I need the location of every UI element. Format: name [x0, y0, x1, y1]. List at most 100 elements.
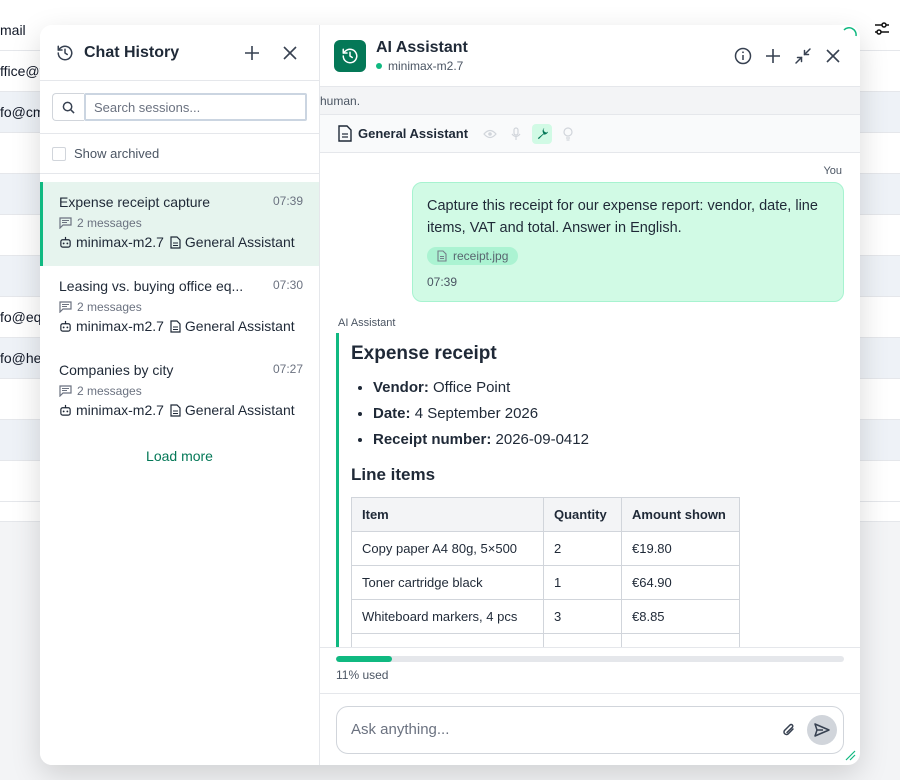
close-history-button[interactable]	[277, 40, 303, 66]
response-facts: Vendor: Office Point Date: 4 September 2…	[351, 375, 816, 453]
show-archived-checkbox[interactable]	[52, 146, 66, 161]
paperclip-icon	[783, 723, 794, 735]
session-title: Companies by city	[59, 362, 174, 378]
session-title: Expense receipt capture	[59, 194, 210, 210]
plus-icon	[766, 48, 780, 63]
table-cell: Toner cartridge black	[351, 565, 544, 600]
table-cell: 3	[543, 599, 622, 634]
table-cell	[543, 633, 622, 647]
table-header-row: Item Quantity Amount shown	[351, 497, 740, 532]
filter-icon[interactable]	[874, 22, 890, 41]
session-item[interactable]: Leasing vs. buying office eq... 07:30 2 …	[40, 266, 319, 350]
search-sessions-input[interactable]	[84, 93, 307, 121]
user-label: You	[823, 165, 842, 177]
table-cell: €8.85	[621, 599, 740, 634]
model-indicator: minimax-m2.7	[376, 59, 726, 73]
table-row	[351, 633, 740, 647]
session-time: 07:39	[272, 194, 303, 208]
session-model: minimax-m2.7	[76, 318, 164, 334]
table-cell: Whiteboard markers, 4 pcs	[351, 599, 544, 634]
document-icon	[338, 125, 352, 142]
attachment-chip[interactable]: receipt.jpg	[427, 247, 519, 265]
new-session-button[interactable]	[239, 40, 265, 66]
table-cell: Copy paper A4 80g, 5×500	[351, 531, 544, 566]
chat-area: AI Assistant minimax-m2.7 human. General…	[320, 25, 860, 765]
notice-banner: human.	[320, 87, 860, 115]
robot-icon	[60, 236, 71, 248]
session-tags: minimax-m2.7 General Assistant	[59, 234, 303, 250]
composer	[320, 693, 860, 765]
model-name: minimax-m2.7	[388, 58, 464, 73]
session-assistant: General Assistant	[184, 318, 295, 334]
vision-capability-icon	[480, 124, 500, 144]
table-cell: 1	[543, 565, 622, 600]
user-message-text: Capture this receipt for our expense rep…	[427, 198, 818, 236]
plus-icon	[245, 45, 259, 60]
close-button[interactable]	[820, 43, 846, 69]
session-item[interactable]: Expense receipt capture 07:39 2 messages…	[40, 182, 319, 266]
session-model: minimax-m2.7	[76, 402, 164, 418]
info-button[interactable]	[730, 43, 756, 69]
message-icon	[59, 217, 72, 229]
message-list[interactable]: You Capture this receipt for our expense…	[320, 153, 860, 647]
show-archived-label: Show archived	[74, 146, 160, 161]
assistant-avatar	[334, 39, 366, 72]
fact-item: Receipt number: 2026-09-0412	[373, 427, 816, 453]
load-more-button[interactable]: Load more	[40, 448, 319, 464]
assistant-capabilities-bar: General Assistant	[320, 115, 860, 153]
ai-response: Expense receipt Vendor: Office Point Dat…	[336, 333, 816, 647]
session-assistant: General Assistant	[184, 402, 295, 418]
message-input[interactable]	[351, 721, 777, 738]
close-icon	[283, 45, 297, 60]
table-cell: €64.90	[621, 565, 740, 600]
microphone-capability-icon	[506, 124, 526, 144]
ai-label: AI Assistant	[338, 317, 396, 329]
session-time: 07:27	[272, 362, 303, 376]
document-icon	[170, 403, 181, 417]
history-header: Chat History	[40, 25, 319, 81]
close-icon	[826, 48, 840, 63]
show-archived-toggle[interactable]: Show archived	[40, 134, 319, 174]
lightbulb-capability-icon	[558, 124, 578, 144]
session-assistant: General Assistant	[184, 234, 295, 250]
search-bar	[40, 81, 319, 134]
context-usage: 11% used	[320, 647, 860, 693]
send-button[interactable]	[807, 714, 837, 745]
status-dot	[376, 62, 382, 69]
message-icon	[59, 301, 72, 313]
session-tags: minimax-m2.7 General Assistant	[59, 402, 303, 418]
table-row: Whiteboard markers, 4 pcs 3 €8.85	[351, 599, 740, 634]
resize-handle-icon[interactable]	[844, 749, 856, 761]
response-heading: Expense receipt	[351, 343, 497, 364]
line-items-table: Item Quantity Amount shown Copy paper A4…	[351, 497, 740, 647]
tools-capability-icon	[532, 123, 553, 144]
table-header-cell: Quantity	[543, 497, 622, 532]
assistant-name: General Assistant	[358, 126, 469, 141]
bg-header-cell: mail	[0, 22, 26, 38]
table-cell	[351, 633, 544, 647]
message-icon	[59, 385, 72, 397]
table-header-cell: Amount shown	[621, 497, 740, 532]
chat-header: AI Assistant minimax-m2.7	[320, 25, 860, 87]
new-chat-button[interactable]	[760, 43, 786, 69]
fact-item: Date: 4 September 2026	[373, 401, 816, 427]
session-model: minimax-m2.7	[76, 234, 164, 250]
table-header-cell: Item	[351, 497, 544, 532]
usage-bar	[336, 656, 844, 662]
usage-text: 11% used	[336, 668, 389, 682]
attach-file-button[interactable]	[777, 718, 801, 742]
user-message-time: 07:39	[427, 275, 458, 289]
minimize-icon	[795, 47, 811, 64]
minimize-button[interactable]	[790, 43, 816, 69]
fact-item: Vendor: Office Point	[373, 375, 816, 401]
session-item[interactable]: Companies by city 07:27 2 messages minim…	[40, 350, 319, 434]
session-title: Leasing vs. buying office eq...	[59, 278, 244, 294]
table-cell	[621, 633, 740, 647]
bg-cell: fo@cm	[0, 104, 45, 120]
session-tags: minimax-m2.7 General Assistant	[59, 318, 303, 334]
assistant-title: AI Assistant	[376, 38, 468, 56]
session-message-count: 2 messages	[59, 216, 303, 230]
history-title: Chat History	[84, 43, 180, 61]
file-icon	[437, 250, 447, 262]
session-message-count: 2 messages	[59, 300, 303, 314]
